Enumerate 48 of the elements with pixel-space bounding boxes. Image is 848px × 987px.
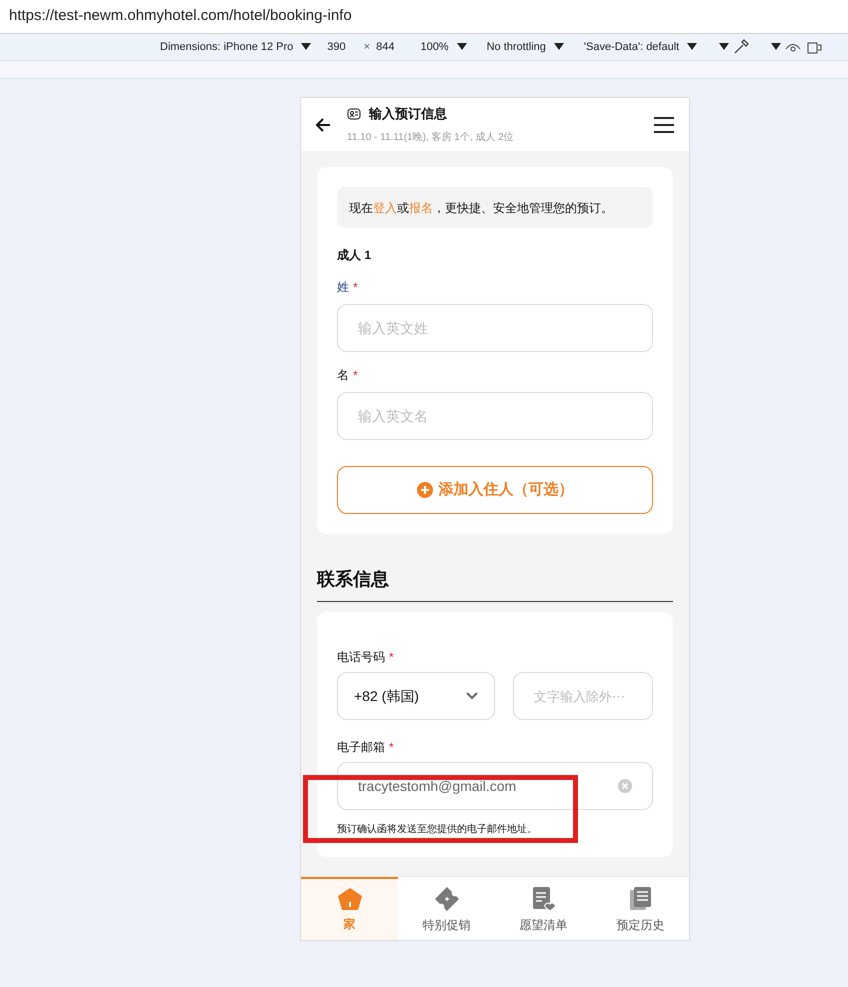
ticket-icon — [434, 886, 460, 912]
menu-icon[interactable] — [653, 116, 675, 134]
required-mark: * — [389, 739, 394, 756]
height-field[interactable]: 844 — [376, 38, 394, 56]
email-note: 预订确认函将发送至您提供的电子邮件地址。 — [337, 822, 538, 837]
phone-field[interactable]: 文字输入除外⋯ — [513, 672, 653, 720]
field-label: 电子邮箱 — [337, 739, 385, 756]
field-label: 名 — [337, 367, 349, 384]
field-label: 电话号码 — [337, 649, 385, 666]
chevron-down-icon — [466, 692, 478, 700]
throttling-select[interactable]: No throttling — [486, 38, 546, 56]
country-code-select[interactable]: +82 (韩国) — [337, 672, 495, 720]
required-mark: * — [353, 279, 358, 296]
nav-tab[interactable]: 特别促销 — [398, 877, 495, 940]
eye-icon[interactable] — [785, 41, 802, 53]
back-arrow-icon[interactable] — [315, 116, 331, 132]
home-icon — [336, 886, 362, 910]
email-field[interactable]: tracytestomh@gmail.com — [337, 762, 653, 810]
width-field[interactable]: 390 — [327, 38, 346, 56]
caret-icon — [301, 43, 312, 51]
zoom-select[interactable]: 100% — [420, 38, 449, 56]
device-icon[interactable] — [807, 40, 824, 54]
booking-summary: 11.10 - 11.11(1晚), 客房 1个, 成人 2位 — [347, 130, 515, 145]
caret-icon — [554, 43, 564, 51]
field-label: 姓 — [337, 279, 349, 296]
dimensions-select[interactable]: Dimensions: iPhone 12 Pro — [160, 38, 294, 56]
plus-circle-icon — [416, 482, 432, 498]
required-mark: * — [389, 649, 394, 666]
name-field[interactable]: 输入英文名 — [337, 392, 653, 440]
caret-icon — [687, 43, 698, 51]
page-title: 输入预订信息 — [369, 105, 447, 124]
save-data-select[interactable]: 'Save-Data': default — [584, 38, 680, 56]
name-field[interactable]: 输入英文姓 — [337, 304, 653, 352]
login-notice: 现在登入或报名，更快捷、安全地管理您的预订。 — [337, 187, 653, 228]
guest-heading: 成人 1 — [337, 247, 372, 264]
eyedropper-icon[interactable] — [733, 39, 750, 55]
id-card-icon — [347, 108, 361, 120]
times-sign: × — [364, 40, 370, 55]
caret-icon — [719, 43, 730, 51]
wishlist-icon — [532, 886, 556, 912]
caret-icon — [456, 43, 467, 51]
section-heading: 联系信息 — [317, 569, 389, 590]
history-icon — [628, 886, 652, 912]
caret-icon — [771, 43, 782, 51]
email-value: tracytestomh@gmail.com — [358, 776, 516, 796]
required-mark: * — [353, 367, 358, 384]
nav-tab[interactable]: 预定历史 — [592, 877, 689, 940]
nav-tab[interactable]: 愿望清单 — [495, 877, 592, 940]
